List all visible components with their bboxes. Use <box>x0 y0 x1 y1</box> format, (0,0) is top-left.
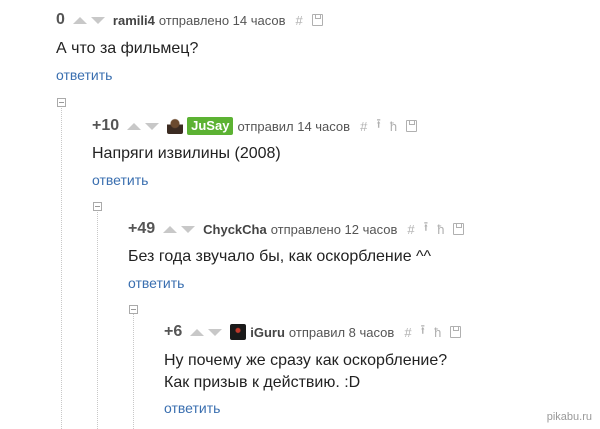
downvote-icon[interactable] <box>208 328 223 336</box>
site-watermark: pikabu.ru <box>546 411 592 423</box>
downvote-icon[interactable] <box>145 122 160 130</box>
tree-line <box>97 212 98 429</box>
parent-comment-icon[interactable]: ⭱ <box>421 321 426 343</box>
parent-comment-icon[interactable]: ⭱ <box>424 218 429 240</box>
upvote-icon[interactable] <box>190 328 205 336</box>
save-icon[interactable] <box>453 223 465 235</box>
comment-rating: +6 <box>164 323 183 340</box>
permalink-icon[interactable]: # <box>296 13 303 28</box>
comment-rating: 0 <box>56 11 65 28</box>
comment-text: Ну почему же сразу как оскорбление? Как … <box>164 352 448 391</box>
comment-time: отправил 8 часов <box>288 324 395 340</box>
reply-link[interactable]: ответить <box>56 67 112 83</box>
reply-link[interactable]: ответить <box>164 400 220 416</box>
branch-icon[interactable]: ħ <box>434 325 441 340</box>
comment-text: Без года звучало бы, как оскорбление ^^ <box>128 248 432 265</box>
downvote-icon[interactable] <box>181 225 196 233</box>
parent-comment-icon[interactable]: ⭱ <box>376 115 381 137</box>
upvote-icon[interactable] <box>127 122 142 130</box>
collapse-toggle[interactable] <box>93 202 102 211</box>
avatar[interactable] <box>167 118 184 134</box>
comment-text: Напряги извилины (2008) <box>92 145 281 162</box>
tree-line <box>133 314 134 429</box>
downvote-icon[interactable] <box>90 16 105 24</box>
comment-author[interactable]: iGuru <box>250 325 285 340</box>
avatar[interactable] <box>230 324 247 340</box>
reply-link[interactable]: ответить <box>128 275 184 291</box>
comment-time: отправлено 14 часов <box>158 12 286 28</box>
collapse-toggle[interactable] <box>57 98 66 107</box>
comment-time: отправил 14 часов <box>237 118 351 134</box>
permalink-icon[interactable]: # <box>407 222 414 237</box>
reply-link[interactable]: ответить <box>92 172 148 188</box>
save-icon[interactable] <box>406 120 418 132</box>
permalink-icon[interactable]: # <box>360 119 367 134</box>
comment-author[interactable]: ramili4 <box>113 13 155 28</box>
permalink-icon[interactable]: # <box>404 325 411 340</box>
comment-rating: +10 <box>92 117 120 134</box>
upvote-icon[interactable] <box>163 225 178 233</box>
upvote-icon[interactable] <box>72 16 87 24</box>
branch-icon[interactable]: ħ <box>390 119 397 134</box>
comment-time: отправлено 12 часов <box>270 221 398 237</box>
save-icon[interactable] <box>450 326 462 338</box>
save-icon[interactable] <box>311 14 323 26</box>
comment-author[interactable]: ChyckCha <box>203 222 267 237</box>
collapse-toggle[interactable] <box>129 305 138 314</box>
comment-rating: +49 <box>128 220 156 237</box>
tree-line <box>61 108 62 429</box>
comment-author[interactable]: JuSay <box>187 117 234 135</box>
comment-text: А что за фильмец? <box>56 40 199 57</box>
branch-icon[interactable]: ħ <box>437 222 444 237</box>
